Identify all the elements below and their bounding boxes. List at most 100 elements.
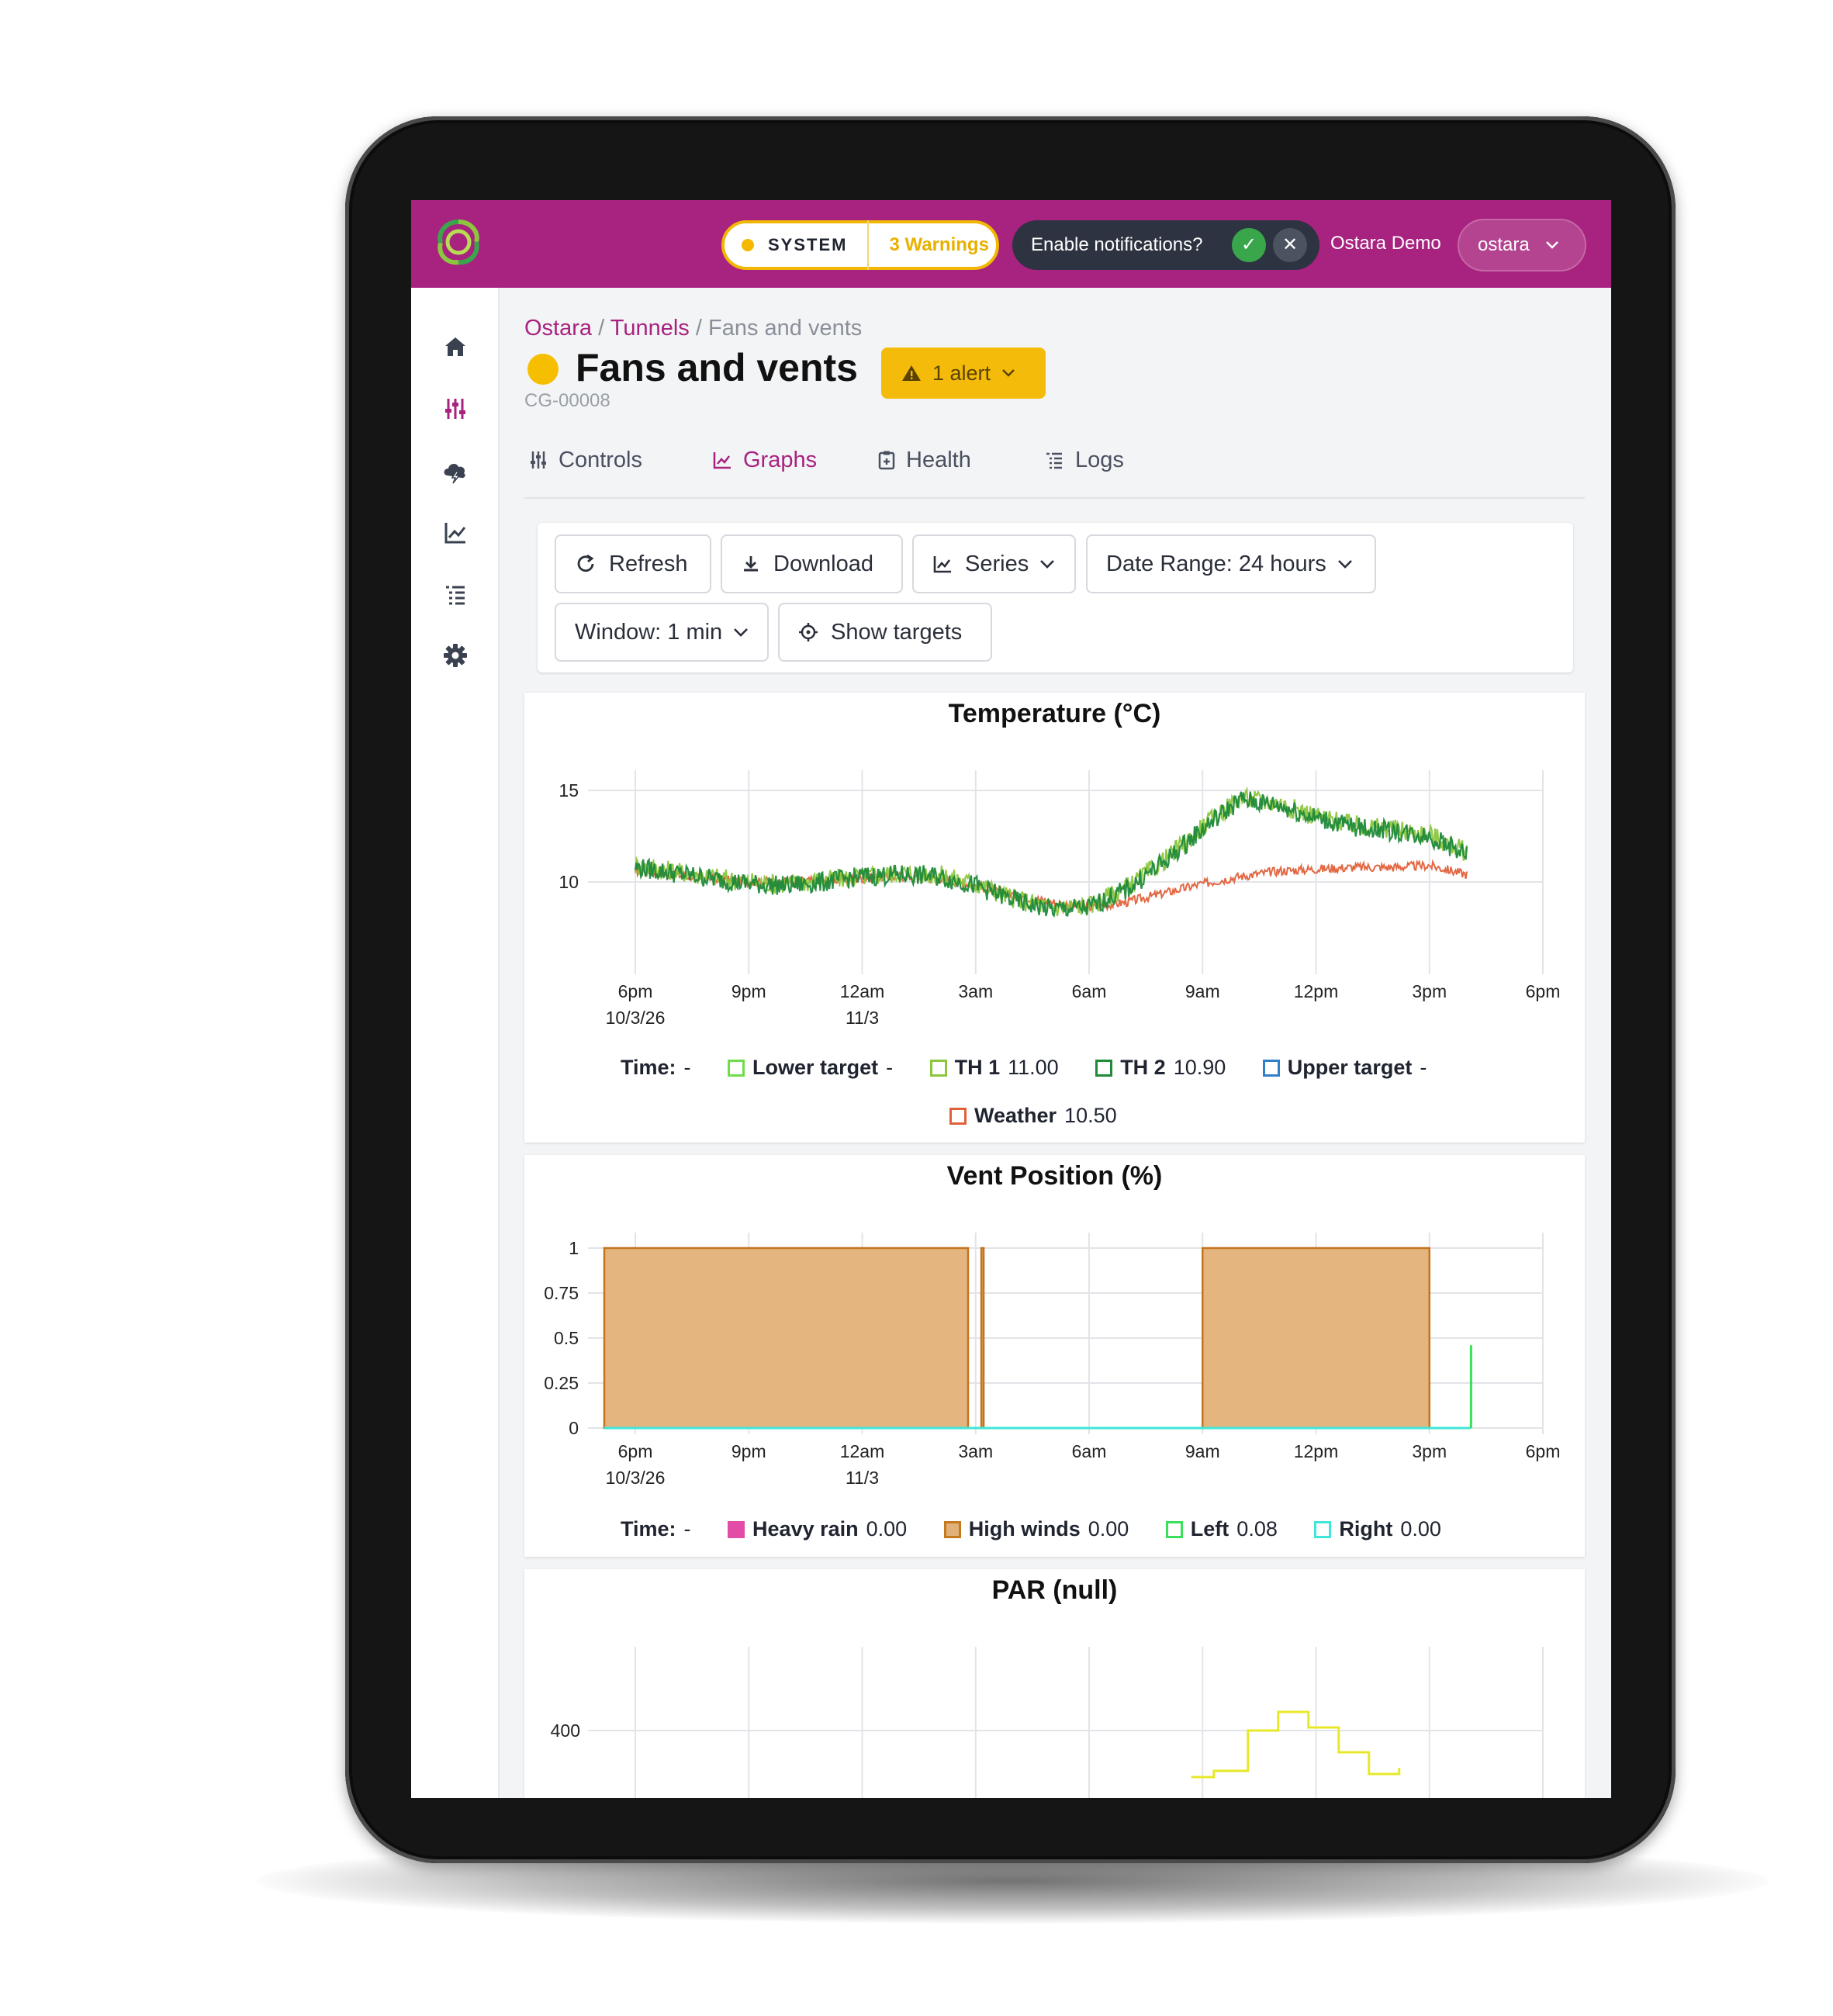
temperature-legend-row-2: Weather 10.50 bbox=[949, 1104, 1117, 1128]
x-tick-label: 9pm bbox=[731, 1441, 766, 1461]
breadcrumb-root-link[interactable]: Ostara bbox=[524, 316, 592, 341]
warnings-link[interactable]: 3 Warnings bbox=[889, 234, 988, 256]
main-content: Ostara / Tunnels / Fans and vents Fans a… bbox=[500, 288, 1611, 1798]
tab-health[interactable]: Health bbox=[878, 437, 971, 483]
graph-toolbar: Refresh Download Series Date Range: 24 h… bbox=[538, 523, 1573, 673]
ostara-logo-icon[interactable] bbox=[433, 217, 484, 268]
temperature-chart-card: Temperature (°C) 6pm 10/3/26 9pm 12am 11/3 3a… bbox=[524, 693, 1585, 1143]
refresh-button[interactable]: Refresh bbox=[555, 534, 711, 593]
chevron-down-icon bbox=[1545, 241, 1558, 249]
download-label: Download bbox=[773, 551, 873, 576]
date-range-dropdown[interactable]: Date Range: 24 hours bbox=[1086, 534, 1376, 593]
y-tick-label: 0.25 bbox=[544, 1373, 579, 1393]
x-date-label: 10/3/26 bbox=[606, 1468, 666, 1488]
logs-icon[interactable] bbox=[441, 581, 469, 609]
download-button[interactable]: Download bbox=[721, 534, 903, 593]
series-dropdown[interactable]: Series bbox=[912, 534, 1076, 593]
x-tick-label: 6am bbox=[1072, 1441, 1107, 1461]
x-tick-label: 6pm bbox=[1526, 1441, 1561, 1461]
refresh-icon bbox=[577, 554, 594, 572]
legend-swatch-upper-target[interactable] bbox=[1262, 1060, 1280, 1077]
system-status-pill[interactable]: SYSTEM 3 Warnings bbox=[721, 220, 999, 270]
legend-swatch-th1[interactable] bbox=[929, 1060, 947, 1077]
legend-label: Upper target bbox=[1287, 1056, 1413, 1079]
y-tick-label: 400 bbox=[551, 1720, 580, 1741]
app-screen: SYSTEM 3 Warnings Enable notifications? … bbox=[411, 200, 1611, 1798]
legend-label: TH 1 bbox=[954, 1056, 1001, 1079]
legend-value: 0.00 bbox=[1400, 1517, 1441, 1541]
dismiss-notifications-button[interactable]: ✕ bbox=[1273, 228, 1307, 262]
graphs-icon[interactable] bbox=[441, 519, 469, 547]
user-menu-button[interactable]: ostara bbox=[1458, 219, 1586, 271]
chevron-down-icon bbox=[1337, 560, 1352, 569]
legend-value: 0.00 bbox=[866, 1517, 908, 1541]
legend-label: Heavy rain bbox=[752, 1517, 859, 1541]
y-tick-label: 0.75 bbox=[544, 1283, 579, 1303]
window-dropdown[interactable]: Window: 1 min bbox=[555, 603, 769, 662]
window-label: Window: 1 min bbox=[575, 619, 723, 645]
y-tick-label: 0.5 bbox=[554, 1328, 579, 1348]
alert-dropdown-button[interactable]: 1 alert bbox=[881, 348, 1046, 399]
breadcrumb-parent-link[interactable]: Tunnels bbox=[610, 316, 690, 341]
weather-icon[interactable] bbox=[441, 457, 469, 485]
system-label: SYSTEM bbox=[768, 235, 848, 254]
divider bbox=[867, 220, 870, 270]
legend-swatch-heavy-rain[interactable] bbox=[728, 1521, 745, 1538]
legend-swatch-left[interactable] bbox=[1165, 1521, 1183, 1538]
legend-label: Weather bbox=[974, 1104, 1057, 1127]
home-icon[interactable] bbox=[441, 333, 469, 361]
vent-position-chart-card: Vent Position (%) 6pm 10/3/26 9pm 12am 11/3 3… bbox=[524, 1155, 1585, 1557]
chevron-down-icon bbox=[1002, 369, 1015, 377]
legend-label: TH 2 bbox=[1120, 1056, 1166, 1079]
legend-value: 0.00 bbox=[1088, 1517, 1129, 1541]
legend-time-value: - bbox=[683, 1056, 691, 1079]
chart-title: Temperature (°C) bbox=[948, 699, 1161, 728]
tab-label: Health bbox=[906, 447, 971, 472]
settings-icon[interactable] bbox=[441, 641, 469, 669]
x-tick-label: 6pm bbox=[1526, 981, 1561, 1001]
legend-swatch-weather[interactable] bbox=[949, 1108, 967, 1125]
legend-time-label: Time: bbox=[621, 1056, 676, 1079]
legend-label: Left bbox=[1190, 1517, 1229, 1541]
x-tick-label: 3am bbox=[958, 981, 993, 1001]
legend-value: 10.90 bbox=[1173, 1056, 1226, 1079]
legend-value: 0.08 bbox=[1236, 1517, 1278, 1541]
legend-label: High winds bbox=[968, 1517, 1081, 1541]
legend-value: 10.50 bbox=[1064, 1104, 1117, 1127]
high-winds-area bbox=[980, 1247, 985, 1430]
crosshair-icon bbox=[799, 623, 818, 641]
legend-swatch-high-winds[interactable] bbox=[943, 1521, 961, 1538]
y-tick-label: 1 bbox=[569, 1238, 579, 1258]
tab-logs[interactable]: Logs bbox=[1044, 437, 1124, 483]
org-name: Ostara Demo bbox=[1330, 233, 1441, 254]
x-tick-label: 3pm bbox=[1412, 1441, 1447, 1461]
tab-controls[interactable]: Controls bbox=[529, 437, 642, 483]
legend-swatch-right[interactable] bbox=[1314, 1521, 1332, 1538]
series-line-th-2 bbox=[634, 791, 1468, 918]
legend-swatch-lower-target[interactable] bbox=[728, 1060, 745, 1077]
legend-value: - bbox=[1420, 1056, 1427, 1079]
tab-label: Graphs bbox=[743, 447, 818, 472]
vent-legend: Time: - Heavy rain 0.00 High winds 0.00 Lef… bbox=[621, 1517, 1441, 1541]
high-winds-area bbox=[1202, 1247, 1430, 1430]
sidebar: ▸ bbox=[411, 288, 500, 1798]
legend-swatch-th2[interactable] bbox=[1095, 1060, 1113, 1077]
download-icon bbox=[744, 556, 758, 572]
notifications-prompt: Enable notifications? ✓ ✕ bbox=[1012, 220, 1319, 270]
par-chart-card: PAR (null) 400 bbox=[524, 1569, 1585, 1798]
x-date-label: 10/3/26 bbox=[606, 1008, 666, 1028]
temperature-chart: 6pm 10/3/26 9pm 12am 11/3 3am 6am 9am 12pm 3pm 6pm… bbox=[559, 770, 1561, 1028]
tab-label: Logs bbox=[1075, 447, 1124, 472]
accept-notifications-button[interactable]: ✓ bbox=[1232, 228, 1266, 262]
x-tick-label: 6pm bbox=[618, 1441, 653, 1461]
notifications-label: Enable notifications? bbox=[1031, 234, 1203, 255]
x-tick-label: 12am bbox=[840, 1441, 885, 1461]
breadcrumb-separator: / bbox=[695, 316, 702, 341]
legend-time-label: Time: bbox=[621, 1517, 676, 1541]
vent-position-chart: 6pm 10/3/26 9pm 12am 11/3 3am 6am 9am 12pm 3pm 6pm… bbox=[544, 1233, 1561, 1488]
controls-icon[interactable] bbox=[441, 395, 469, 423]
x-tick-label: 3am bbox=[958, 1441, 993, 1461]
tab-graphs[interactable]: Graphs bbox=[712, 437, 817, 483]
clipboard-health-icon bbox=[878, 451, 895, 470]
show-targets-button[interactable]: Show targets bbox=[778, 603, 992, 662]
